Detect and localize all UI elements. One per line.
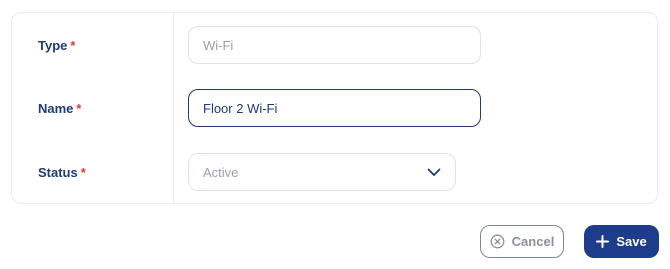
chevron-down-icon — [427, 165, 441, 179]
name-label: Name * — [38, 101, 81, 117]
cancel-button[interactable]: Cancel — [480, 225, 564, 258]
save-button-label: Save — [616, 234, 647, 249]
type-required-mark: * — [70, 38, 76, 53]
status-label: Status * — [38, 165, 86, 181]
status-required-mark: * — [80, 165, 86, 180]
save-button[interactable]: Save — [584, 225, 659, 258]
status-select[interactable]: Active — [188, 153, 456, 191]
close-circle-icon — [490, 234, 505, 249]
name-label-text: Name — [38, 101, 74, 116]
type-label: Type * — [38, 38, 75, 54]
form-card: Type* Name* Status* Active — [11, 12, 658, 204]
type-label-text: Type — [38, 38, 68, 53]
status-select-value: Active — [203, 164, 239, 180]
name-field[interactable] — [188, 89, 481, 127]
type-field[interactable] — [188, 26, 481, 64]
label-column-divider — [173, 13, 174, 203]
cancel-button-label: Cancel — [511, 234, 555, 249]
plus-icon — [596, 235, 610, 248]
status-label-text: Status — [38, 165, 78, 180]
name-required-mark: * — [76, 101, 82, 116]
